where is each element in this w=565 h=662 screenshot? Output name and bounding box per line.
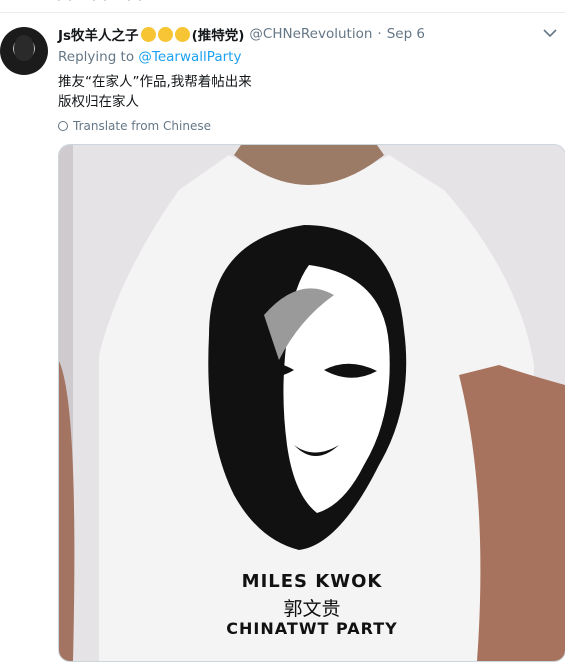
chevron-down-icon[interactable] xyxy=(543,27,557,41)
raised-fist-icon xyxy=(174,26,190,42)
user-handle[interactable]: @CHNeRevolution xyxy=(249,26,372,42)
shirt-text-party: CHINATWT PARTY xyxy=(226,619,398,638)
tweet-text: 推友“在家人”作品,我帮着帖出来 版权归在家人 xyxy=(58,72,252,112)
replying-to: Replying to @TearwallParty xyxy=(58,49,241,65)
action-icons-row: ⌒⌒⌒ xyxy=(58,0,164,13)
raised-fist-icon xyxy=(157,26,173,42)
shirt-text-name: MILES KWOK xyxy=(241,571,383,592)
display-name[interactable]: Js牧羊人之子 xyxy=(58,24,139,44)
globe-icon xyxy=(58,121,68,131)
tweet[interactable]: Js牧羊人之子 (推特党) @CHNeRevolution · Sep 6 Re… xyxy=(0,13,565,662)
shirt-text-chinese-name: 郭文贵 xyxy=(283,598,341,620)
tweet-text-line: 版权归在家人 xyxy=(58,94,139,110)
replying-to-link[interactable]: @TearwallParty xyxy=(138,49,241,65)
separator: · xyxy=(377,26,382,42)
replying-prefix: Replying to xyxy=(58,49,135,65)
tweet-date[interactable]: Sep 6 xyxy=(387,26,425,42)
tweet-text-line: 推友“在家人”作品,我帮着帖出来 xyxy=(58,74,252,90)
translate-button[interactable]: Translate from Chinese xyxy=(58,119,211,133)
tweet-media-image[interactable]: MILES KWOK 郭文贵 CHINATWT PARTY xyxy=(58,144,565,662)
translate-label: Translate from Chinese xyxy=(73,119,211,133)
avatar-face xyxy=(14,35,34,61)
raised-fist-icon xyxy=(140,26,156,42)
display-name-suffix[interactable]: (推特党) xyxy=(192,24,245,44)
tweet-header: Js牧羊人之子 (推特党) @CHNeRevolution · Sep 6 xyxy=(58,24,425,44)
previous-tweet-actions: ⌒⌒⌒ xyxy=(0,0,565,13)
avatar[interactable] xyxy=(0,27,48,75)
